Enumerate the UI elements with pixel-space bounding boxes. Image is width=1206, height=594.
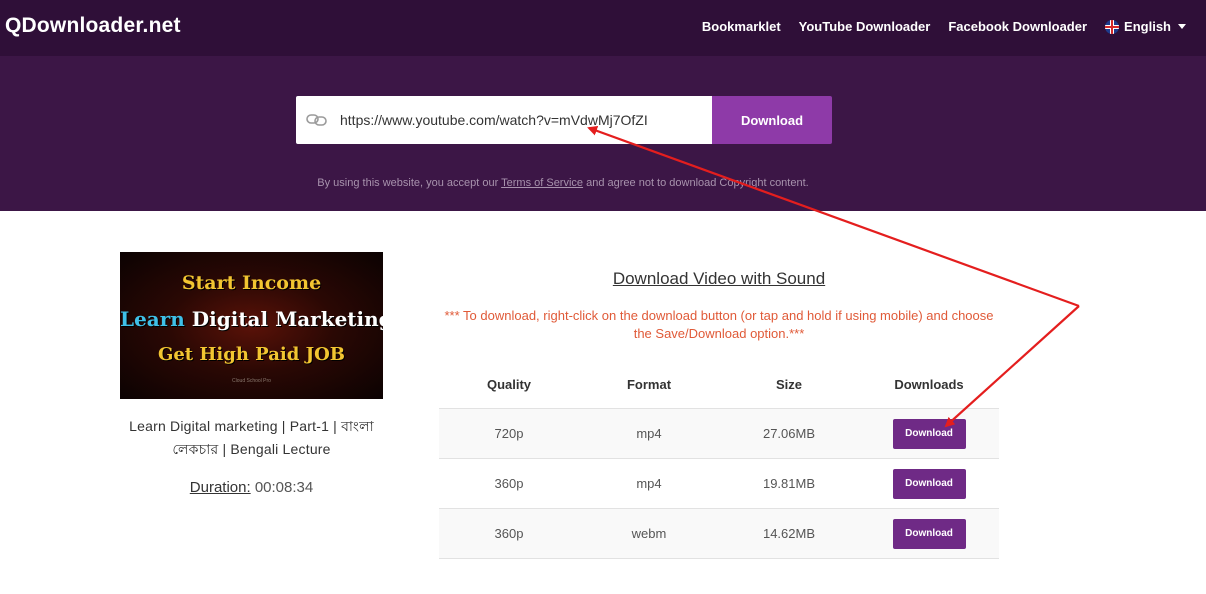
nav-facebook-downloader[interactable]: Facebook Downloader bbox=[948, 19, 1087, 34]
download-cell: Download bbox=[859, 518, 999, 549]
nav-youtube-downloader[interactable]: YouTube Downloader bbox=[799, 19, 931, 34]
format-cell: mp4 bbox=[636, 476, 662, 491]
column-header-size: Size bbox=[775, 376, 802, 392]
table-row: 720p mp4 27.06MB Download bbox=[439, 409, 999, 459]
table-row: 360p webm 14.62MB Download bbox=[439, 509, 999, 559]
thumbnail-line-4: Cloud School Pro bbox=[232, 378, 271, 384]
downloads-table: Quality Format Size Downloads 720p mp4 2… bbox=[439, 360, 999, 559]
thumbnail-line-2b: Digital Marketing bbox=[184, 307, 383, 331]
video-title: Learn Digital marketing | Part-1 | বাংলা… bbox=[129, 418, 374, 457]
page: QDownloader.net Bookmarklet YouTube Down… bbox=[0, 0, 1206, 594]
language-label: English bbox=[1124, 19, 1171, 34]
terms-text-after: and agree not to download Copyright cont… bbox=[583, 177, 809, 189]
video-thumbnail: Start Income Learn Digital Marketing Get… bbox=[120, 252, 383, 399]
format-cell: mp4 bbox=[636, 426, 662, 441]
site-logo[interactable]: QDownloader.net bbox=[5, 14, 181, 38]
format-cell: webm bbox=[631, 526, 667, 541]
quality-cell: 360p bbox=[494, 526, 524, 541]
download-cell: Download bbox=[859, 418, 999, 449]
size-cell: 14.62MB bbox=[762, 526, 816, 541]
navbar: QDownloader.net Bookmarklet YouTube Down… bbox=[0, 0, 1206, 56]
video-duration: Duration: 00:08:34 bbox=[110, 479, 393, 496]
terms-of-service-link[interactable]: Terms of Service bbox=[501, 177, 583, 189]
terms-text-before: By using this website, you accept our bbox=[317, 177, 502, 189]
chevron-down-icon bbox=[1178, 24, 1186, 29]
size-cell: 19.81MB bbox=[762, 476, 816, 491]
url-search-bar: Download bbox=[296, 96, 832, 144]
terms-notice: By using this website, you accept our Te… bbox=[0, 177, 1126, 189]
quality-cell: 360p bbox=[494, 476, 524, 491]
thumbnail-line-1: Start Income bbox=[181, 272, 322, 294]
thumbnail-line-2a: Learn bbox=[120, 307, 185, 331]
hero-header: QDownloader.net Bookmarklet YouTube Down… bbox=[0, 0, 1206, 211]
size-cell: 27.06MB bbox=[762, 426, 816, 441]
download-submit-button[interactable]: Download bbox=[712, 96, 832, 144]
download-360p-webm-button[interactable]: Download bbox=[892, 518, 966, 549]
thumbnail-line-3: Get High Paid JOB bbox=[157, 344, 345, 365]
column-header-format: Format bbox=[626, 376, 672, 392]
main-nav: Bookmarklet YouTube Downloader Facebook … bbox=[702, 19, 1186, 34]
nav-bookmarklet[interactable]: Bookmarklet bbox=[702, 19, 781, 34]
download-instructions: *** To download, right-click on the down… bbox=[444, 308, 994, 341]
link-icon bbox=[306, 114, 327, 126]
url-input-wrapper bbox=[296, 96, 712, 144]
thumbnail-line-2: Learn Digital Marketing bbox=[120, 307, 383, 331]
duration-label: Duration: bbox=[189, 479, 251, 496]
column-header-downloads: Downloads bbox=[894, 376, 964, 392]
downloads-title: Download Video with Sound bbox=[612, 269, 826, 288]
duration-value: 00:08:34 bbox=[254, 479, 314, 496]
download-360p-mp4-button[interactable]: Download bbox=[892, 468, 966, 499]
uk-flag-icon bbox=[1105, 19, 1120, 34]
download-cell: Download bbox=[859, 468, 999, 499]
language-selector[interactable]: English bbox=[1105, 19, 1186, 34]
download-720p-mp4-button[interactable]: Download bbox=[892, 418, 966, 449]
table-row: 360p mp4 19.81MB Download bbox=[439, 459, 999, 509]
quality-cell: 720p bbox=[494, 426, 524, 441]
url-input[interactable] bbox=[340, 112, 700, 128]
table-header-row: Quality Format Size Downloads bbox=[439, 360, 999, 409]
column-header-quality: Quality bbox=[486, 376, 532, 392]
